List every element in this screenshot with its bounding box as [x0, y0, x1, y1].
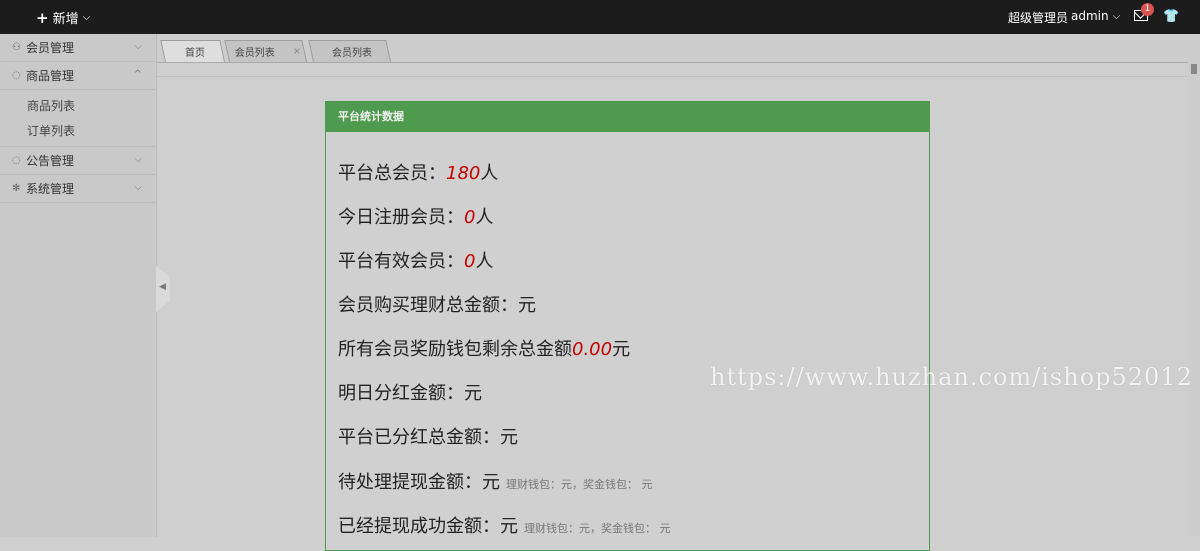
sidebar-item-label: 商品管理: [26, 69, 75, 83]
sidebar-subitem-order-list[interactable]: 订单列表: [0, 119, 156, 144]
theme-shirt-icon[interactable]: 👕: [1163, 9, 1179, 24]
sidebar-item-label: 会员管理: [26, 41, 75, 55]
add-new-label: 新增: [52, 12, 79, 27]
tab-label: 会员列表: [332, 47, 372, 59]
tab-bar: 首页 会员列表 × 会员列表: [157, 34, 1200, 63]
chevron-left-icon: ◀: [159, 282, 166, 292]
chevron-down-icon: ⌵: [134, 41, 142, 52]
sidebar-item-notice[interactable]: ◌ 公告管理 ⌵: [0, 147, 156, 175]
username: admin: [1071, 9, 1109, 23]
tab-member-list[interactable]: 会员列表 ×: [224, 40, 307, 62]
tab-member-list-2[interactable]: 会员列表: [308, 40, 391, 62]
sidebar-item-system[interactable]: ✻ 系统管理 ⌵: [0, 175, 156, 203]
stat-withdraw-success: 已经提现成功金额：元 理财钱包：元，奖金钱包： 元: [338, 516, 671, 537]
panel-title: 平台统计数据: [326, 102, 929, 132]
chevron-up-icon: ^: [133, 69, 142, 80]
chevron-down-icon: ⌵: [1112, 10, 1121, 22]
user-icon: ⚇: [12, 42, 21, 53]
sidebar-item-label: 系统管理: [26, 182, 75, 196]
stat-total-members: 平台总会员：180人: [338, 163, 499, 184]
admin-role: 超级管理员: [1008, 11, 1069, 25]
stat-pending-withdraw: 待处理提现金额：元 理财钱包：元，奖金钱包： 元: [338, 472, 653, 493]
platform-stats-panel: 平台统计数据 平台总会员：180人 今日注册会员：0人 平台有效会员：0人 会员…: [325, 101, 930, 551]
sidebar-subitem-goods-list[interactable]: 商品列表: [0, 94, 156, 119]
stat-tomorrow-dividend: 明日分红金额：元: [338, 383, 482, 404]
tab-label: 首页: [185, 47, 205, 59]
plus-icon: +: [36, 8, 49, 27]
stat-reward-wallet: 所有会员奖励钱包剩余总金额0.00元: [338, 339, 631, 360]
top-bar: + 新增 ⌵ 超级管理员 admin ⌵ 1 👕: [0, 0, 1200, 34]
chevron-down-icon: ⌵: [134, 182, 142, 193]
stat-active-members: 平台有效会员：0人: [338, 251, 494, 272]
stat-purchase-total: 会员购买理财总金额：元: [338, 295, 536, 316]
gear-icon: ✻: [12, 183, 21, 194]
stat-dividend-total: 平台已分红总金额：元: [338, 427, 518, 448]
tab-home[interactable]: 首页: [160, 40, 225, 62]
mail-badge: 1: [1141, 3, 1154, 16]
sidebar-submenu: 商品列表 订单列表: [0, 90, 156, 147]
sidebar-item-label: 公告管理: [26, 154, 75, 168]
comment-icon: ◌: [12, 155, 21, 166]
sidebar-item-member[interactable]: ⚇ 会员管理 ⌵: [0, 34, 156, 62]
content-divider: [157, 76, 1187, 77]
tab-label: 会员列表: [234, 47, 275, 59]
chevron-down-icon: ⌵: [82, 12, 91, 23]
close-icon[interactable]: ×: [293, 46, 301, 57]
user-menu[interactable]: admin ⌵: [1071, 9, 1120, 23]
sidebar-item-goods[interactable]: ◌ 商品管理 ^: [0, 62, 156, 90]
sidebar-collapse-handle[interactable]: ◀: [156, 266, 170, 312]
watermark: https://www.huzhan.com/ishop52012: [710, 363, 1193, 391]
scrollbar[interactable]: [1188, 62, 1200, 537]
add-new-button[interactable]: + 新增 ⌵: [36, 8, 91, 28]
comment-icon: ◌: [12, 70, 21, 81]
sidebar: ⚇ 会员管理 ⌵ ◌ 商品管理 ^ 商品列表 订单列表 ◌ 公告管理 ⌵ ✻ 系…: [0, 34, 157, 537]
chevron-down-icon: ⌵: [134, 154, 142, 165]
stat-today-registered: 今日注册会员：0人: [338, 207, 494, 228]
